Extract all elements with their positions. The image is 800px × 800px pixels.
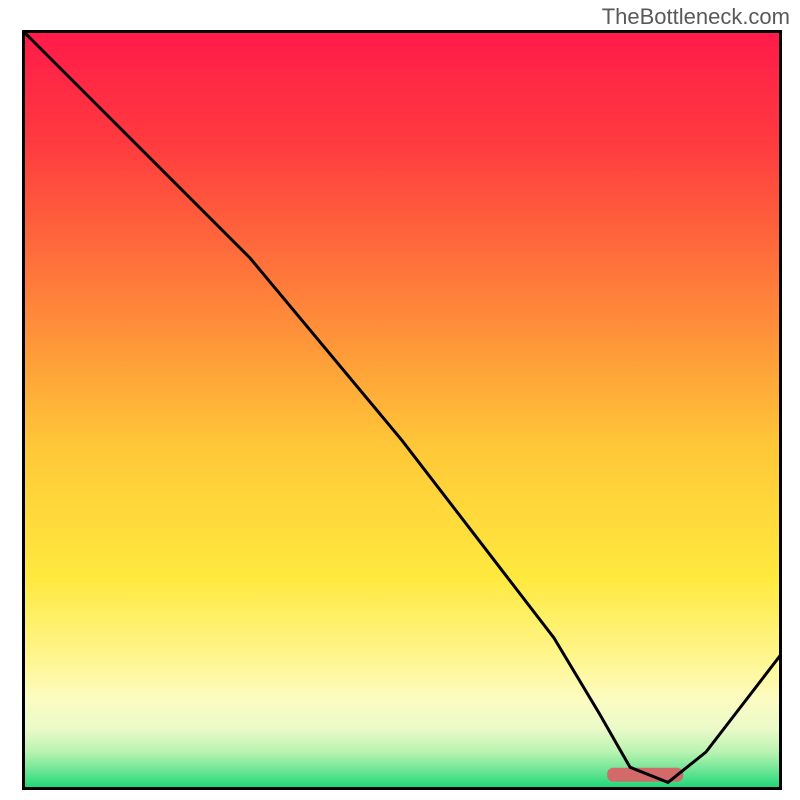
chart-canvas xyxy=(22,30,782,790)
chart-svg xyxy=(22,30,782,790)
watermark-text: TheBottleneck.com xyxy=(602,4,790,30)
